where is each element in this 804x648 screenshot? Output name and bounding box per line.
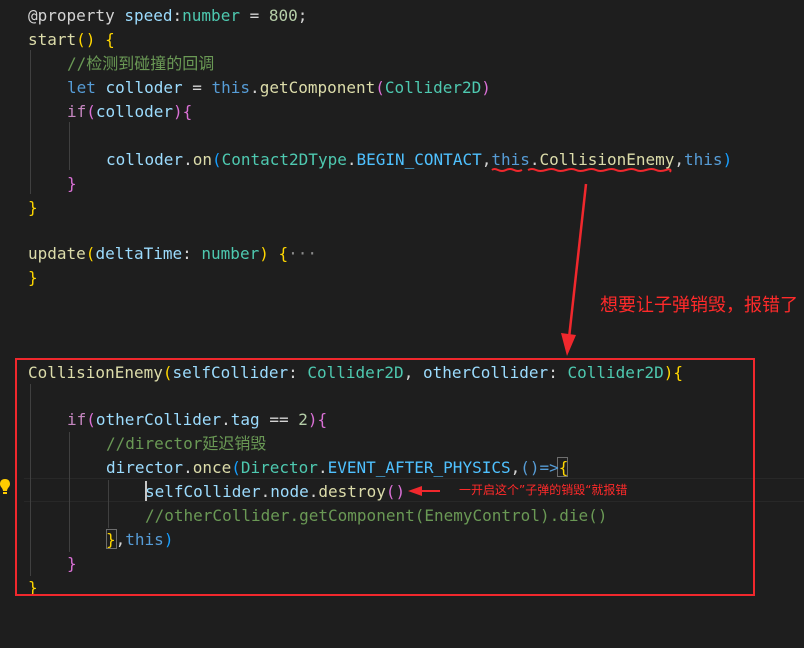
code-editor[interactable]: @property speed:number = 800; start() { … <box>0 0 804 601</box>
annotation-main-text: 想要让子弹销毁，报错了 <box>600 295 798 316</box>
annotation-side-text: 一开启这个”子弹的销毁“就报错 <box>459 483 628 497</box>
